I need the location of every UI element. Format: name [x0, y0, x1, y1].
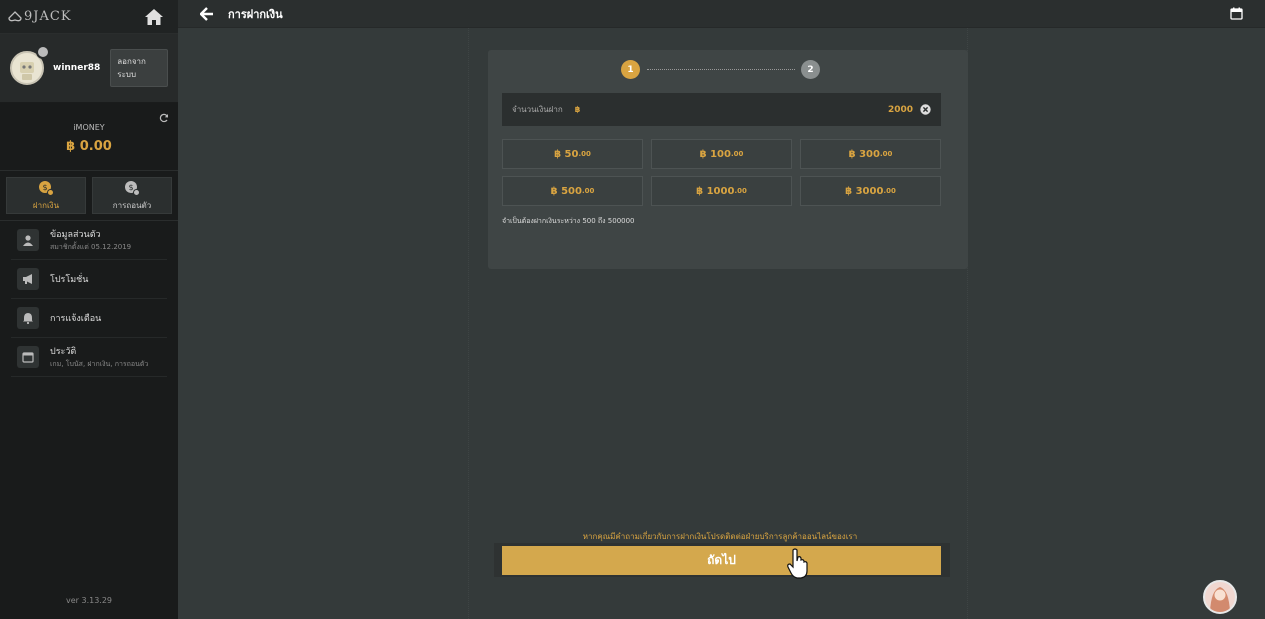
- preset-amount-label: ฿ 1000: [696, 185, 735, 197]
- deposit-coin-icon: $: [39, 180, 54, 196]
- logo-bar: 9JACK: [0, 0, 178, 34]
- spade-logo-icon: [8, 10, 22, 21]
- bell-icon: [17, 307, 39, 329]
- currency-symbol: ฿: [574, 105, 581, 114]
- deposit-label: ฝากเงิน: [32, 200, 60, 210]
- preset-amount-button[interactable]: ฿ 50.00: [502, 139, 643, 169]
- amount-label: จำนวนเงินฝาก: [512, 105, 563, 114]
- sidebar-item-sublabel: สมาชิกตั้งแต่ 05.12.2019: [50, 243, 132, 251]
- deposit-amount-field[interactable]: จำนวนเงินฝาก ฿ 2000: [502, 93, 941, 126]
- money-balance: ฿ 0.00: [66, 139, 112, 154]
- deposit-button[interactable]: $ ฝากเงิน: [6, 177, 86, 214]
- step-indicator: 1 2: [621, 60, 821, 80]
- header-bar: การฝากเงิน: [178, 0, 1265, 28]
- step-2: 2: [801, 60, 820, 79]
- preset-amount-button[interactable]: ฿ 300.00: [800, 139, 941, 169]
- logo-text: 9JACK: [24, 9, 72, 24]
- wallet-actions: $ ฝากเงิน $ การถอนตัว: [0, 171, 178, 220]
- preset-amount-button[interactable]: ฿ 3000.00: [800, 176, 941, 206]
- robot-avatar-icon: [20, 62, 34, 80]
- svg-text:$: $: [128, 183, 133, 192]
- preset-amount-button[interactable]: ฿ 500.00: [502, 176, 643, 206]
- next-button[interactable]: ถัดไป: [502, 546, 941, 575]
- sidebar-item-label: ประวัติ: [50, 347, 77, 357]
- withdraw-button[interactable]: $ การถอนตัว: [92, 177, 172, 214]
- step-1: 1: [621, 60, 640, 79]
- sidebar-item-history[interactable]: ประวัติ เกม, โบนัส, ฝากเงิน, การถอนตัว: [11, 338, 167, 377]
- clear-icon[interactable]: [920, 104, 931, 115]
- deposit-panel: 1 2 จำนวนเงินฝาก ฿ 2000 ฿ 50.00 ฿ 100.00…: [488, 50, 968, 269]
- withdraw-label: การถอนตัว: [112, 200, 152, 210]
- preset-amount-decimals: .00: [578, 150, 591, 158]
- preset-amount-label: ฿ 100: [699, 148, 731, 160]
- preset-amount-decimals: .00: [581, 187, 595, 195]
- avatar[interactable]: [10, 45, 50, 85]
- sidebar-item-sublabel: เกม, โบนัส, ฝากเงิน, การถอนตัว: [50, 360, 149, 368]
- preset-amount-button[interactable]: ฿ 1000.00: [651, 176, 792, 206]
- preset-amount-label: ฿ 500: [550, 185, 582, 197]
- preset-amount-decimals: .00: [734, 187, 747, 195]
- preset-amount-label: ฿ 3000: [845, 185, 884, 197]
- hand-cursor-icon: [787, 548, 808, 579]
- sidebar-item-label: ข้อมูลส่วนตัว: [50, 230, 101, 240]
- deposit-limit-note: จำเป็นต้องฝากเงินระหว่าง 500 ถึง 500000: [502, 217, 635, 225]
- home-icon[interactable]: [144, 8, 164, 26]
- sidebar-item-promotions[interactable]: โปรโมชั่น: [11, 260, 167, 299]
- live-chat-avatar[interactable]: [1203, 580, 1237, 614]
- logout-button[interactable]: ลอกจากระบบ: [110, 49, 168, 87]
- preset-amount-decimals: .00: [879, 150, 893, 158]
- sidebar: 9JACK winner88 ลอกจากระบบ iMONEY ฿ 0.00 …: [0, 0, 178, 619]
- page-title: การฝากเงิน: [228, 7, 283, 21]
- refresh-icon[interactable]: [159, 113, 169, 123]
- megaphone-icon: [17, 268, 39, 290]
- sidebar-menu: ข้อมูลส่วนตัว สมาชิกตั้งแต่ 05.12.2019 โ…: [0, 220, 178, 377]
- preset-amount-label: ฿ 300: [848, 148, 880, 160]
- money-label: iMONEY: [73, 123, 105, 132]
- next-button-container: ถัดไป: [494, 543, 950, 577]
- username: winner88: [53, 63, 101, 73]
- back-arrow-icon[interactable]: [200, 6, 214, 21]
- sidebar-item-profile[interactable]: ข้อมูลส่วนตัว สมาชิกตั้งแต่ 05.12.2019: [11, 221, 167, 260]
- support-agent-icon: [1210, 587, 1230, 612]
- preset-amount-decimals: .00: [883, 187, 896, 195]
- preset-amount-decimals: .00: [730, 150, 744, 158]
- preset-amount-label: ฿ 50: [554, 148, 579, 160]
- svg-text:$: $: [42, 183, 47, 192]
- preset-amounts: ฿ 50.00 ฿ 100.00 ฿ 300.00 ฿ 500.00 ฿ 100…: [502, 139, 941, 206]
- sidebar-item-label: การแจ้งเตือน: [50, 314, 102, 324]
- withdraw-coin-icon: $: [125, 180, 140, 196]
- sidebar-item-notifications[interactable]: การแจ้งเตือน: [11, 299, 167, 338]
- step-connector: [647, 69, 795, 70]
- brand-logo[interactable]: 9JACK: [8, 9, 72, 24]
- calendar-icon[interactable]: [1230, 7, 1243, 20]
- calendar-icon: [17, 346, 39, 368]
- amount-input[interactable]: 2000: [888, 105, 913, 115]
- app-version: ver 3.13.29: [65, 596, 113, 605]
- level-badge-icon: [36, 45, 50, 59]
- user-icon: [17, 229, 39, 251]
- help-text: หากคุณมีคำถามเกี่ยวกับการฝากเงินโปรดติดต…: [582, 532, 858, 541]
- profile-section: winner88 ลอกจากระบบ: [0, 34, 178, 103]
- preset-amount-button[interactable]: ฿ 100.00: [651, 139, 792, 169]
- sidebar-item-label: โปรโมชั่น: [50, 275, 89, 285]
- money-section: iMONEY ฿ 0.00: [0, 103, 178, 171]
